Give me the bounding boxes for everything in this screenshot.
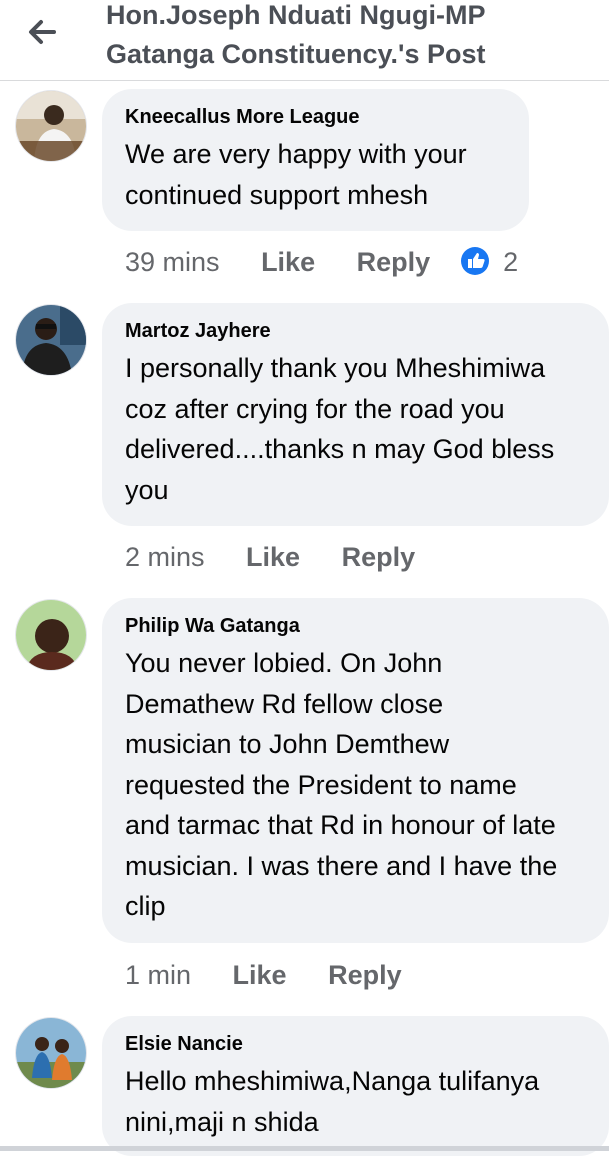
like-button[interactable]: Like bbox=[261, 246, 315, 278]
bottom-divider bbox=[0, 1146, 609, 1151]
comment-time[interactable]: 2 mins bbox=[125, 541, 205, 573]
comment-text-line: musician. I was there and I have the bbox=[125, 850, 558, 881]
comment-text-line: I personally thank you Mheshimiwa bbox=[125, 353, 546, 383]
comment-text-line: you bbox=[125, 474, 169, 505]
post-header: Hon.Joseph Nduati Ngugi-MP Gatanga Const… bbox=[0, 0, 609, 81]
comment-bubble: Martoz Jayhere I personally thank you Mh… bbox=[102, 303, 609, 526]
comment-text-line: Hello mheshimiwa,Nanga tulifanya bbox=[125, 1066, 540, 1096]
comment-actions: 2 mins Like Reply bbox=[125, 541, 415, 573]
comment-text-line: You never lobied. On John bbox=[125, 648, 443, 678]
avatar-kneecallus[interactable] bbox=[16, 91, 86, 161]
arrow-left-icon[interactable] bbox=[24, 14, 60, 50]
page-title-line-1: Hon.Joseph Nduati Ngugi-MP bbox=[106, 0, 486, 30]
comment-text-line: clip bbox=[125, 891, 166, 921]
like-reaction-icon[interactable] bbox=[460, 246, 490, 276]
comment-author[interactable]: Kneecallus More League bbox=[125, 105, 529, 129]
reply-button[interactable]: Reply bbox=[342, 541, 416, 573]
comment-text-line: continued support mhesh bbox=[125, 179, 429, 210]
comment-bubble: Elsie Nancie Hello mheshimiwa,Nanga tuli… bbox=[102, 1016, 609, 1156]
comment-author[interactable]: Philip Wa Gatanga bbox=[125, 614, 609, 638]
comment-text-line: requested the President to name bbox=[125, 769, 517, 800]
like-button[interactable]: Like bbox=[233, 959, 287, 991]
reaction-count[interactable]: 2 bbox=[503, 246, 518, 278]
comment-text-line: We are very happy with your bbox=[125, 139, 467, 169]
reply-button[interactable]: Reply bbox=[357, 246, 431, 278]
comment-text-line: musician to John Demthew bbox=[125, 729, 450, 759]
avatar-martoz[interactable] bbox=[16, 305, 86, 375]
comment-actions: 1 min Like Reply bbox=[125, 959, 402, 991]
comment-bubble: Kneecallus More League We are very happy… bbox=[102, 89, 529, 231]
comment-text-line: and tarmac that Rd in honour of late bbox=[125, 810, 556, 840]
avatar-elsie[interactable] bbox=[16, 1018, 86, 1088]
comment-author[interactable]: Elsie Nancie bbox=[125, 1032, 609, 1056]
comment-actions: 39 mins Like Reply 2 bbox=[125, 246, 518, 278]
reply-button[interactable]: Reply bbox=[328, 959, 402, 991]
avatar-philip[interactable] bbox=[16, 600, 86, 670]
page-title-line-2: Gatanga Constituency.'s Post bbox=[106, 39, 486, 69]
comment-text-line: nini,maji n shida bbox=[125, 1106, 319, 1137]
comment-author[interactable]: Martoz Jayhere bbox=[125, 319, 609, 343]
comment-time[interactable]: 1 min bbox=[125, 959, 191, 991]
comment-text-line: coz after crying for the road you bbox=[125, 393, 505, 424]
comment-text-line: delivered....thanks n may God bless bbox=[125, 434, 555, 464]
comment-time[interactable]: 39 mins bbox=[125, 246, 220, 278]
page-title: Hon.Joseph Nduati Ngugi-MP Gatanga Const… bbox=[106, 0, 606, 74]
like-button[interactable]: Like bbox=[246, 541, 300, 573]
comment-text-line: Demathew Rd fellow close bbox=[125, 688, 444, 719]
comment-bubble: Philip Wa Gatanga You never lobied. On J… bbox=[102, 598, 609, 943]
